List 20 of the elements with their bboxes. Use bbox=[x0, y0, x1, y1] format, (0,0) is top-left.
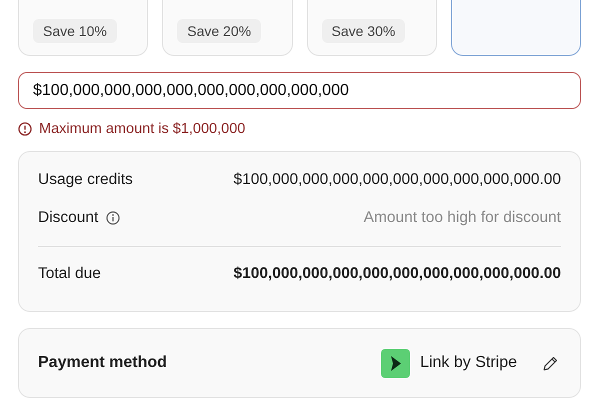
error-message: Maximum amount is $1,000,000 bbox=[39, 121, 246, 137]
edit-icon[interactable] bbox=[543, 356, 558, 370]
summary-label: Usage credits bbox=[38, 171, 133, 189]
summary-label: Total due bbox=[38, 265, 101, 283]
error-icon bbox=[18, 122, 32, 136]
amount-option-card[interactable]: Save 30% bbox=[306, 0, 437, 56]
info-icon[interactable] bbox=[106, 211, 120, 225]
chevron-logo-icon bbox=[381, 348, 410, 378]
payment-provider: Link by Stripe bbox=[420, 354, 517, 372]
discount-badge: Save 10% bbox=[33, 19, 117, 43]
total-amount: $100,000,000,000,000,000,000,000,000,000.00 bbox=[233, 265, 561, 283]
summary-label: Discount bbox=[38, 209, 98, 227]
amount-option-card[interactable]: Save 10% bbox=[18, 0, 148, 56]
discount-badge: Save 20% bbox=[177, 19, 262, 43]
amount-option-card[interactable]: Save 20% bbox=[162, 0, 292, 56]
payment-method-label: Payment method bbox=[38, 354, 168, 372]
amount-input-field[interactable]: $100,000,000,000,000,000,000,000,000,000 bbox=[18, 72, 581, 109]
summary-value: Amount too high for discount bbox=[364, 209, 561, 227]
discount-badge: Save 30% bbox=[322, 19, 406, 43]
summary-value: $100,000,000,000,000,000,000,000,000,000.00 bbox=[233, 171, 561, 189]
